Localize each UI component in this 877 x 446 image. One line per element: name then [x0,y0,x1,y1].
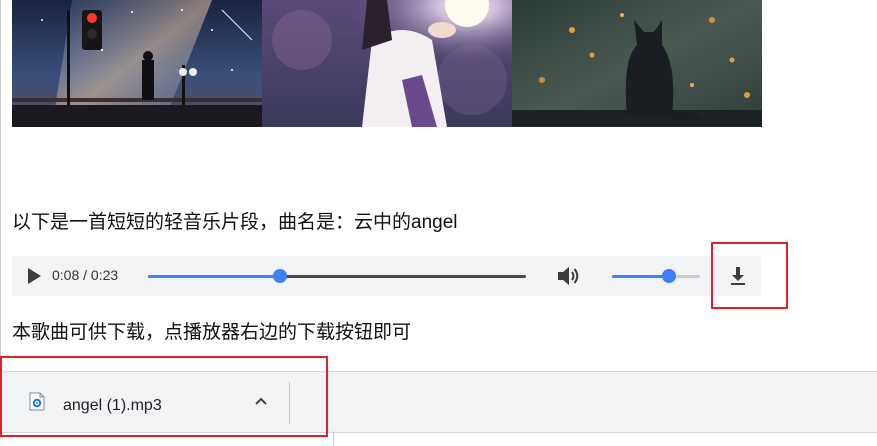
cat-silhouette-window-image [512,0,762,127]
seek-thumb[interactable] [273,269,288,283]
audio-file-icon [29,392,45,411]
starry-night-railway-crossing-image [12,0,262,127]
download-file-name: angel (1).mp3 [63,397,162,414]
volume-icon [558,267,579,285]
chevron-up-icon[interactable] [254,396,268,406]
intro-paragraph: 以下是一首短短的轻音乐片段，曲名是：云中的angel [12,212,458,233]
download-instructions-paragraph: 本歌曲可供下载，点播放器右边的下载按钮即可 [12,322,412,343]
download-item[interactable]: angel (1).mp3 [0,372,290,432]
girl-holding-lamp-image [262,0,512,127]
download-button[interactable] [725,263,751,289]
download-icon [731,267,745,285]
seek-fill [148,274,281,278]
left-border [0,0,1,380]
download-shelf: angel (1).mp3 [0,371,877,433]
audio-player: 0:08 / 0:23 [12,256,761,296]
image-row [12,0,762,127]
volume-fill [612,274,670,278]
play-icon [28,268,41,284]
volume-thumb[interactable] [662,269,677,283]
time-display: 0:08 / 0:23 [52,267,119,283]
bottom-divider [333,431,334,446]
mute-button[interactable] [556,264,582,288]
volume-slider[interactable] [612,269,700,283]
seek-slider[interactable] [148,269,526,283]
shelf-divider [289,382,290,424]
play-button[interactable] [24,266,44,286]
